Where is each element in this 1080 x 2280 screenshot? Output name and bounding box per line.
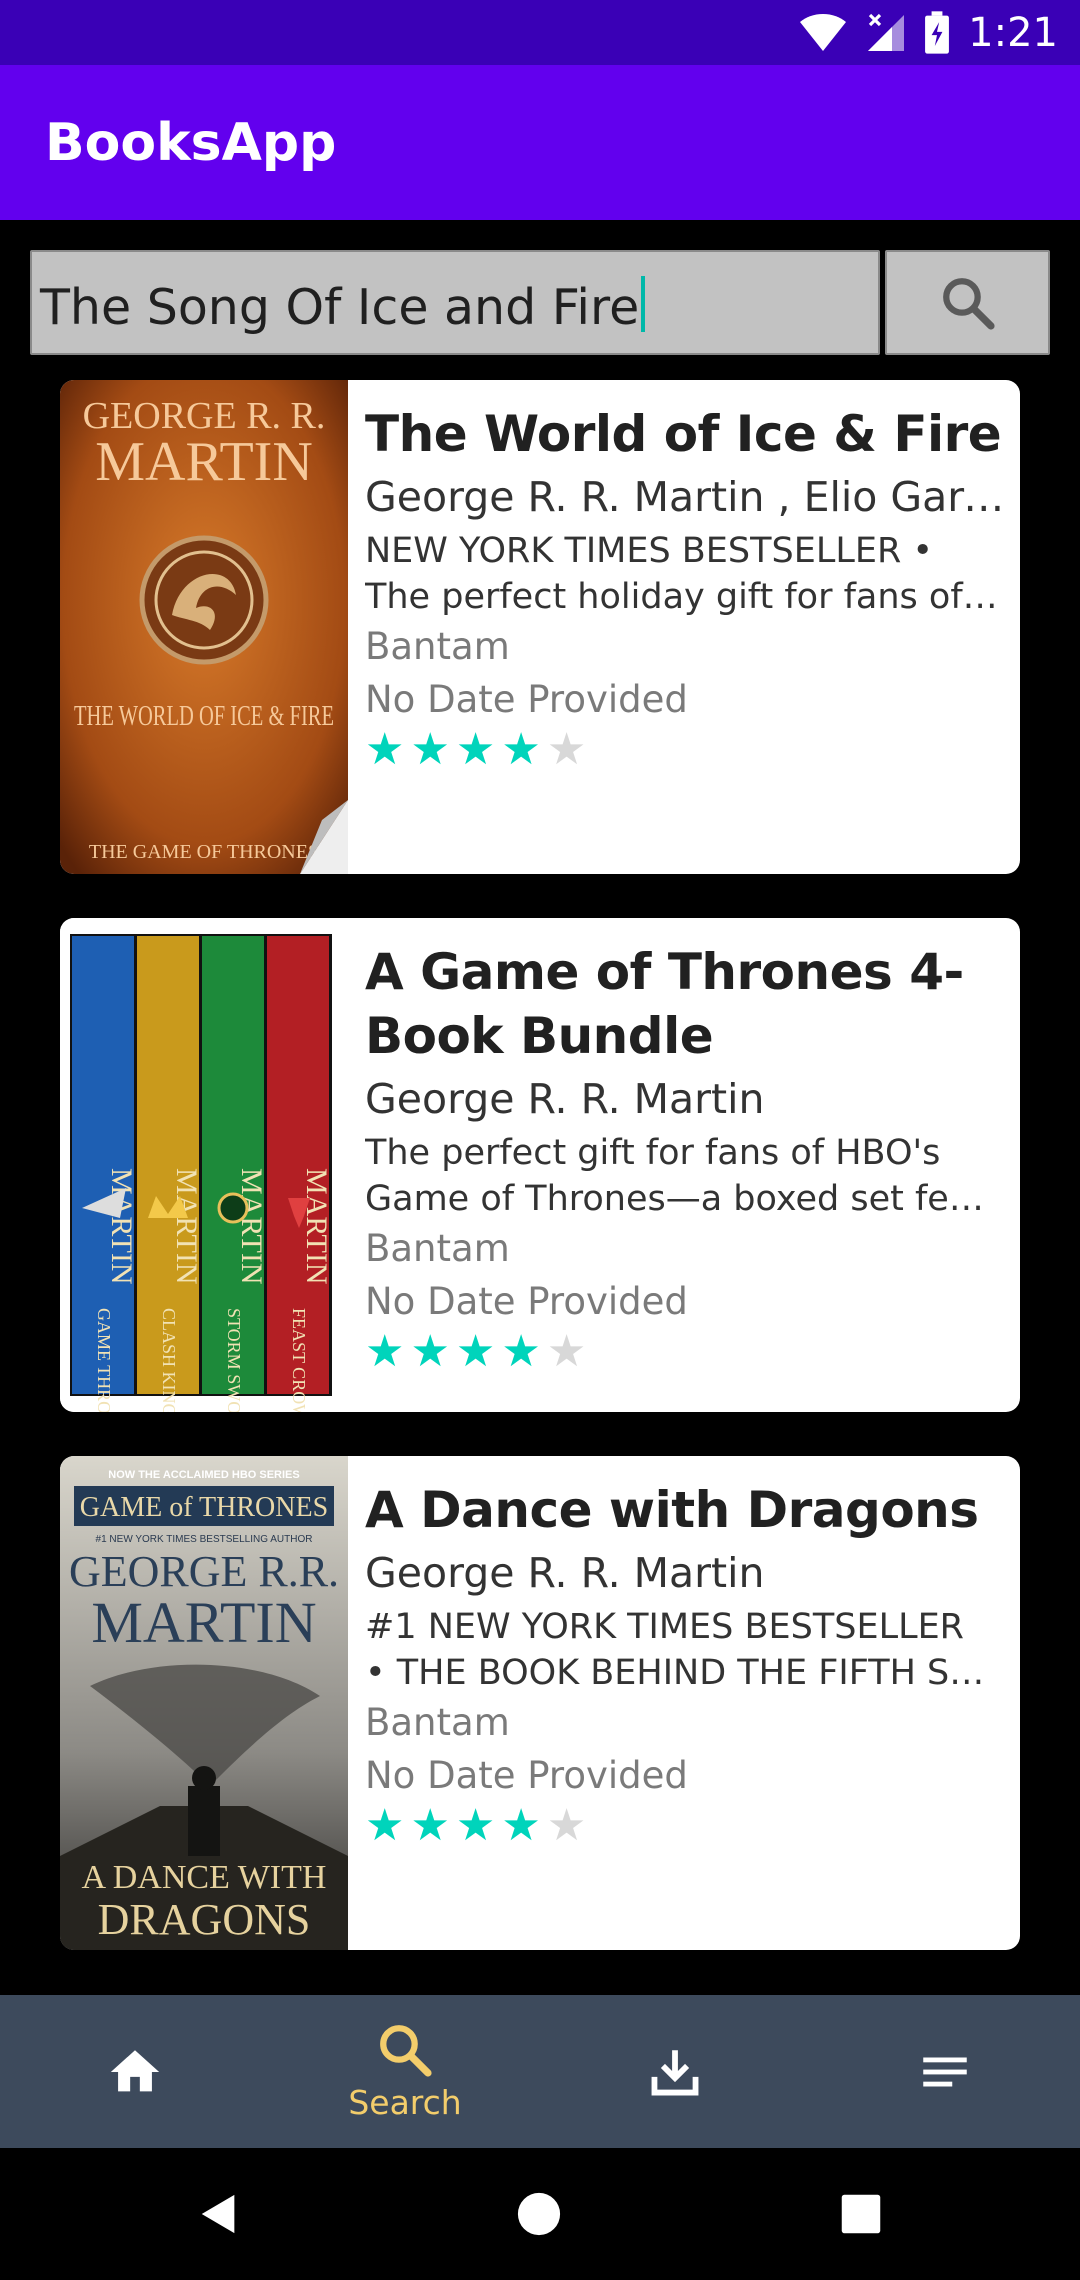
star-filled-icon: ★: [501, 1327, 541, 1376]
book-title: The World of Ice & Fire: [365, 405, 1002, 463]
app-bar: BooksApp: [0, 65, 1080, 220]
book-date: No Date Provided: [365, 1280, 688, 1323]
cell-signal-icon: [868, 13, 905, 51]
back-icon[interactable]: [196, 2191, 242, 2237]
book-info: A Game of Thrones 4-Book Bundle George R…: [365, 940, 1005, 1374]
search-icon: [380, 2025, 432, 2077]
book-description: The perfect gift for fans of HBO's Game …: [365, 1130, 1005, 1222]
star-empty-icon: ★: [546, 1801, 587, 1850]
book-date: No Date Provided: [365, 678, 688, 721]
status-bar: 1:21: [0, 0, 1080, 65]
star-filled-icon: ★: [501, 725, 541, 774]
star-filled-icon: ★: [410, 1327, 450, 1376]
book-authors: George R. R. Martin: [365, 1549, 765, 1597]
book-authors: George R. R. Martin: [365, 1075, 765, 1123]
search-input-text[interactable]: The Song Of Ice and Fire: [40, 276, 646, 336]
book-description: #1 NEW YORK TIMES BESTSELLER • THE BOOK …: [365, 1604, 1005, 1696]
home-icon: [110, 2049, 160, 2091]
star-filled-icon: ★: [365, 1327, 405, 1376]
cover-text: FEAST CROWS: [289, 1308, 309, 1412]
book-description-line: • THE BOOK BEHIND THE FIFTH SEASON: [365, 1653, 1005, 1693]
book-publisher: Bantam: [365, 1701, 510, 1744]
star-filled-icon: ★: [410, 1801, 450, 1850]
book-publisher: Bantam: [365, 1227, 510, 1270]
star-filled-icon: ★: [365, 725, 405, 774]
book-title: A Game of Thrones 4-Book Bundle: [365, 943, 964, 1065]
book-authors: George R. R. Martin , Elio Garcia: [365, 473, 1005, 521]
cover-text: MARTIN: [300, 1168, 333, 1285]
cover-text: MARTIN: [170, 1168, 203, 1285]
search-icon: [942, 277, 995, 330]
cover-text: MARTIN: [95, 431, 313, 493]
recents-icon[interactable]: [840, 2193, 882, 2235]
book-card[interactable]: GEORGE R. R. MARTIN THE WORLD OF ICE & F…: [60, 380, 1020, 874]
book-info: The World of Ice & Fire George R. R. Mar…: [365, 402, 1005, 772]
book-cover: GEORGE R. R. MARTIN THE WORLD OF ICE & F…: [60, 380, 348, 874]
home-circle-icon[interactable]: [516, 2191, 562, 2237]
rating-stars: ★ ★ ★ ★ ★: [365, 1804, 1005, 1848]
book-info: A Dance with Dragons George R. R. Martin…: [365, 1478, 1005, 1848]
nav-search-label: Search: [348, 2083, 462, 2122]
book-description-line: The perfect holiday gift for fans of …: [365, 577, 1005, 617]
book-cover: NOW THE ACCLAIMED HBO SERIES GAME of THR…: [60, 1456, 348, 1950]
nav-downloads[interactable]: [540, 1995, 810, 2148]
app-title: BooksApp: [45, 113, 337, 173]
star-empty-icon: ★: [546, 725, 587, 774]
cover-text: GAME THRONES: [94, 1308, 114, 1412]
system-nav-bar: [0, 2148, 1080, 2280]
book-description-line: The perfect gift for fans of HBO's: [365, 1133, 941, 1173]
text-caret: [641, 276, 646, 332]
cover-text: #1 NEW YORK TIMES BESTSELLING AUTHOR: [96, 1534, 313, 1545]
star-filled-icon: ★: [410, 725, 450, 774]
star-filled-icon: ★: [501, 1801, 541, 1850]
book-card[interactable]: NOW THE ACCLAIMED HBO SERIES GAME of THR…: [60, 1456, 1020, 1950]
rating-stars: ★ ★ ★ ★ ★: [365, 728, 1005, 772]
star-filled-icon: ★: [455, 1801, 496, 1850]
nav-menu[interactable]: [810, 1995, 1080, 2148]
rating-stars: ★ ★ ★ ★ ★: [365, 1330, 1005, 1374]
bottom-nav: Search: [0, 1995, 1080, 2148]
cover-text: DRAGONS: [98, 1895, 311, 1944]
book-publisher: Bantam: [365, 625, 510, 668]
book-title: A Dance with Dragons: [365, 1481, 979, 1539]
cover-text: A DANCE WITH: [82, 1859, 327, 1896]
status-time: 1:21: [968, 10, 1058, 56]
cover-text: THE GAME OF THRONES: [89, 841, 319, 863]
cover-text: MARTIN: [235, 1168, 268, 1285]
menu-icon: [923, 2057, 967, 2086]
status-icons: 1:21: [798, 8, 1058, 58]
cover-text: MARTIN: [91, 1590, 316, 1655]
cover-text: MARTIN: [105, 1168, 138, 1285]
cover-text: STORM SWORDS: [224, 1308, 244, 1412]
book-date: No Date Provided: [365, 1754, 688, 1797]
nav-home[interactable]: [0, 1995, 270, 2148]
star-filled-icon: ★: [455, 725, 496, 774]
search-input[interactable]: The Song Of Ice and Fire: [30, 250, 880, 355]
search-query: The Song Of Ice and Fire: [40, 279, 640, 336]
battery-icon: [925, 11, 950, 54]
search-row: The Song Of Ice and Fire: [30, 250, 1050, 355]
book-card[interactable]: MARTIN MARTIN MARTIN MARTIN GAME THRONES…: [60, 918, 1020, 1412]
star-filled-icon: ★: [455, 1327, 496, 1376]
book-description-line: #1 NEW YORK TIMES BESTSELLER: [365, 1607, 964, 1647]
cover-text: NOW THE ACCLAIMED HBO SERIES: [108, 1469, 300, 1481]
book-description: NEW YORK TIMES BESTSELLER • The perfect …: [365, 528, 1005, 620]
book-description-line: Game of Thrones—a boxed set featuring: [365, 1179, 1005, 1219]
search-button[interactable]: [885, 250, 1050, 355]
cover-text: GEORGE R.R.: [69, 1547, 339, 1596]
nav-search[interactable]: Search: [270, 1995, 540, 2148]
star-empty-icon: ★: [546, 1327, 587, 1376]
cover-text: GAME of THRONES: [80, 1492, 328, 1523]
cover-text: THE WORLD OF ICE & FIRE: [74, 701, 334, 732]
wifi-icon: [800, 14, 847, 51]
cover-text: CLASH KINGS: [159, 1308, 179, 1412]
star-filled-icon: ★: [365, 1801, 405, 1850]
book-cover: MARTIN MARTIN MARTIN MARTIN GAME THRONES…: [60, 918, 348, 1412]
download-icon: [651, 2049, 699, 2095]
book-description-line: NEW YORK TIMES BESTSELLER •: [365, 531, 934, 571]
